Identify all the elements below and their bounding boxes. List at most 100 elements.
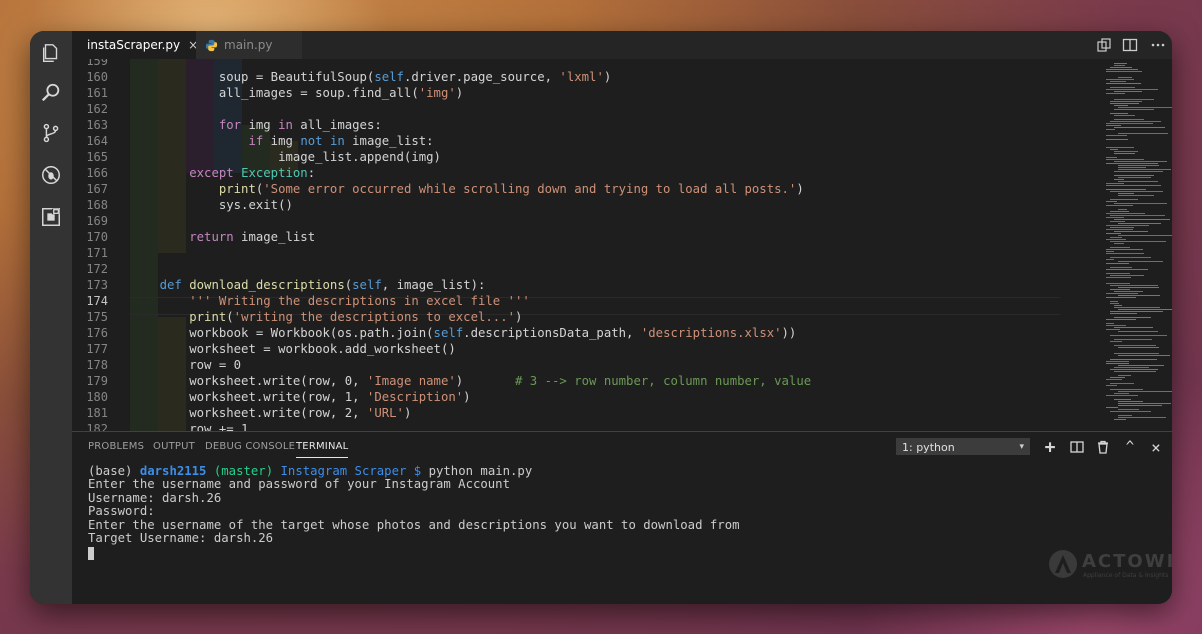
line-number: 172 bbox=[86, 262, 108, 276]
minimap-line bbox=[1110, 241, 1166, 242]
line-number: 171 bbox=[86, 246, 108, 260]
debug-icon[interactable] bbox=[39, 163, 63, 187]
code-line: workbook = Workbook(os.path.join(self.de… bbox=[130, 326, 797, 340]
code-editor[interactable]: 159 160 161 162 163 164 165 166 167 168 169 170 171 1… bbox=[72, 59, 1172, 431]
terminal-line: Enter the username and password of your … bbox=[88, 477, 510, 492]
code-line: row += 1 bbox=[130, 422, 249, 431]
minimap-line bbox=[1118, 167, 1146, 168]
line-number: 178 bbox=[86, 358, 108, 372]
code-line: return image_list bbox=[189, 230, 316, 244]
code-line: image_list.append(img) bbox=[130, 150, 441, 164]
minimap-line bbox=[1118, 295, 1160, 296]
close-panel-icon[interactable]: × bbox=[1149, 438, 1163, 457]
minimap-line bbox=[1118, 415, 1132, 416]
minimap-line bbox=[1106, 159, 1144, 160]
minimap-line bbox=[1114, 305, 1122, 306]
minimap-line bbox=[1106, 249, 1143, 250]
minimap-line bbox=[1114, 327, 1153, 328]
line-number: 181 bbox=[86, 406, 108, 420]
minimap-line bbox=[1114, 291, 1143, 292]
tab-terminal[interactable]: TERMINAL bbox=[296, 441, 349, 458]
code-line: if img not in image_list: bbox=[248, 134, 434, 148]
code-line: worksheet.write(row, 2, 'URL') bbox=[130, 406, 412, 420]
terminal-select[interactable]: 1: python ▾ bbox=[896, 438, 1030, 455]
minimap-line bbox=[1118, 133, 1168, 134]
tab-instascraper[interactable]: instaScraper.py × bbox=[72, 31, 198, 59]
minimap-line bbox=[1114, 339, 1152, 340]
minimap-line bbox=[1110, 221, 1125, 222]
line-number: 162 bbox=[86, 102, 108, 116]
minimap-line bbox=[1114, 307, 1160, 308]
minimap-line bbox=[1118, 169, 1171, 170]
minimap-line bbox=[1110, 301, 1118, 302]
minimap-line bbox=[1106, 293, 1138, 294]
minimap-line bbox=[1106, 385, 1117, 386]
search-icon[interactable] bbox=[39, 81, 63, 105]
minimap-line bbox=[1118, 77, 1132, 78]
minimap-line bbox=[1114, 153, 1135, 154]
minimap-line bbox=[1118, 365, 1164, 366]
minimap[interactable] bbox=[1100, 59, 1172, 431]
minimap-line bbox=[1110, 237, 1122, 238]
open-changes-icon[interactable] bbox=[1096, 37, 1112, 53]
minimap-line bbox=[1106, 129, 1115, 130]
minimap-line bbox=[1106, 323, 1114, 324]
more-actions-icon[interactable] bbox=[1150, 37, 1166, 53]
maximize-panel-icon[interactable]: ^ bbox=[1123, 439, 1137, 455]
minimap-line bbox=[1110, 377, 1125, 378]
minimap-line bbox=[1110, 215, 1165, 216]
line-number: 166 bbox=[86, 166, 108, 180]
minimap-line bbox=[1114, 393, 1129, 394]
tab-debug-console[interactable]: DEBUG CONSOLE bbox=[205, 441, 295, 452]
code-line: def download_descriptions(self, image_li… bbox=[159, 278, 486, 292]
chevron-down-icon: ▾ bbox=[1019, 442, 1024, 452]
minimap-line bbox=[1118, 309, 1172, 310]
minimap-line bbox=[1110, 257, 1151, 258]
minimap-line bbox=[1106, 217, 1124, 218]
prompt-user: darsh2115 bbox=[139, 464, 207, 478]
minimap-line bbox=[1106, 297, 1136, 298]
minimap-line bbox=[1110, 335, 1167, 336]
minimap-line bbox=[1118, 375, 1131, 376]
explorer-icon[interactable] bbox=[39, 41, 63, 65]
minimap-line bbox=[1106, 379, 1122, 380]
minimap-line bbox=[1114, 127, 1165, 128]
split-terminal-icon[interactable] bbox=[1070, 440, 1084, 454]
minimap-line bbox=[1118, 193, 1134, 194]
minimap-line bbox=[1110, 369, 1158, 370]
line-number: 165 bbox=[86, 150, 108, 164]
trash-icon[interactable] bbox=[1096, 440, 1110, 454]
minimap-line bbox=[1110, 211, 1129, 212]
line-number: 179 bbox=[86, 374, 108, 388]
minimap-line bbox=[1118, 391, 1172, 392]
line-number: 176 bbox=[86, 326, 108, 340]
prompt-branch: (master) bbox=[206, 464, 274, 478]
new-terminal-icon[interactable]: + bbox=[1043, 437, 1057, 458]
minimap-line bbox=[1110, 303, 1119, 304]
minimap-line bbox=[1118, 417, 1166, 418]
split-editor-icon[interactable] bbox=[1122, 37, 1138, 53]
minimap-line bbox=[1110, 313, 1137, 314]
minimap-line bbox=[1118, 177, 1151, 178]
minimap-line bbox=[1106, 163, 1158, 164]
minimap-line bbox=[1110, 87, 1135, 88]
minimap-line bbox=[1118, 181, 1158, 182]
minimap-line bbox=[1110, 227, 1134, 228]
minimap-line bbox=[1106, 329, 1120, 330]
tab-problems[interactable]: PROBLEMS bbox=[88, 441, 144, 452]
tab-main[interactable]: main.py bbox=[196, 31, 302, 59]
extensions-icon[interactable] bbox=[39, 205, 63, 229]
minimap-line bbox=[1106, 277, 1131, 278]
minimap-line bbox=[1110, 383, 1134, 384]
watermark-name: ACTOWIZ bbox=[1082, 551, 1172, 572]
tab-output[interactable]: OUTPUT bbox=[153, 441, 195, 452]
code-line: worksheet.write(row, 1, 'Description') bbox=[130, 390, 471, 404]
minimap-line bbox=[1106, 135, 1127, 136]
minimap-line bbox=[1110, 359, 1157, 360]
minimap-line bbox=[1118, 261, 1163, 262]
source-control-icon[interactable] bbox=[39, 121, 63, 145]
vscode-window: instaScraper.py × main.py 159 160 161 162 16… bbox=[30, 31, 1172, 604]
minimap-line bbox=[1110, 389, 1143, 390]
minimap-line bbox=[1114, 63, 1127, 64]
minimap-line bbox=[1106, 89, 1158, 90]
